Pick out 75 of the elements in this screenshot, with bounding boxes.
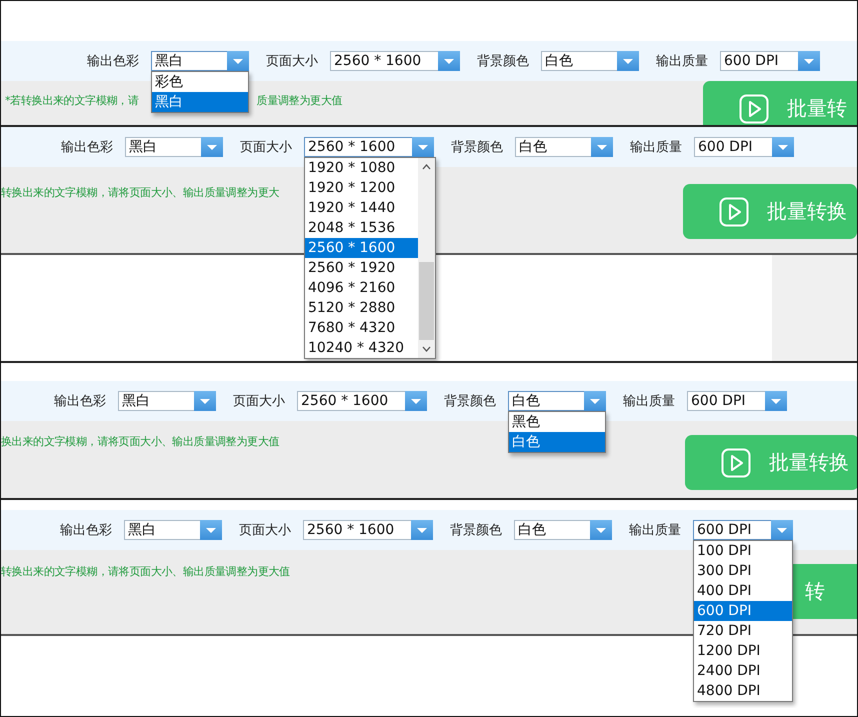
dropdown[interactable]: 黑白 <box>124 520 222 540</box>
field-label: 输出色彩 <box>60 522 112 539</box>
dropdown[interactable]: 2560 * 1600 <box>297 391 427 411</box>
scrollbar[interactable] <box>418 158 435 358</box>
dropdown-option[interactable]: 7680 * 4320 <box>305 318 418 338</box>
hint-text: 转换出来的文字模糊，请将页面大小、输出质量调整为更大值 <box>1 564 290 579</box>
dropdown-value: 2560 * 1600 <box>300 393 390 409</box>
dropdown[interactable]: 2560 * 1600 <box>330 51 460 71</box>
field-label: 输出色彩 <box>61 139 113 156</box>
dropdown-option[interactable]: 4800 DPI <box>694 681 792 701</box>
dropdown-value: 白色 <box>517 521 547 539</box>
dropdown[interactable]: 黑白 <box>125 137 223 157</box>
dropdown-option[interactable]: 1200 DPI <box>694 641 792 661</box>
field-label: 背景颜色 <box>444 393 496 410</box>
dropdown-option[interactable]: 2560 * 1600 <box>305 238 418 258</box>
hint-text: 换出来的文字模糊，请将页面大小、输出质量调整为更大值 <box>1 434 280 449</box>
dropdown-value: 白色 <box>511 392 541 410</box>
field-label: 页面大小 <box>240 139 292 156</box>
field-label: 输出质量 <box>629 522 681 539</box>
play-icon <box>739 94 769 124</box>
dropdown[interactable]: 白色 <box>541 51 639 71</box>
dropdown-value: 600 DPI <box>690 393 747 409</box>
dropdown-option[interactable]: 1920 * 1200 <box>305 178 418 198</box>
field-label: 页面大小 <box>233 393 285 410</box>
dropdown-option[interactable]: 100 DPI <box>694 541 792 561</box>
dropdown[interactable]: 600 DPI <box>720 51 820 71</box>
field-label: 输出质量 <box>656 53 708 70</box>
field-label: 背景颜色 <box>450 522 502 539</box>
field-label: 页面大小 <box>239 522 291 539</box>
dropdown-value: 白色 <box>518 138 548 156</box>
dropdown-option[interactable]: 白色 <box>509 432 605 452</box>
dropdown-option[interactable]: 黑白 <box>152 92 248 112</box>
dropdown-value: 2560 * 1600 <box>333 53 422 69</box>
dropdown-value: 2560 * 1600 <box>306 522 396 538</box>
dropdown-value: 白色 <box>544 52 574 70</box>
dropdown[interactable]: 白色 <box>515 137 613 157</box>
dropdown-option[interactable]: 1920 * 1080 <box>305 158 418 178</box>
dropdown-option[interactable]: 400 DPI <box>694 581 792 601</box>
play-icon <box>719 196 749 226</box>
dropdown-value: 黑白 <box>128 138 158 156</box>
dropdown-option[interactable]: 600 DPI <box>694 601 792 621</box>
field-label: 输出质量 <box>623 393 675 410</box>
dropdown-option[interactable]: 1920 * 1440 <box>305 198 418 218</box>
dropdown-option[interactable]: 720 DPI <box>694 621 792 641</box>
dropdown-value: 黑白 <box>121 392 151 410</box>
field-label: 背景颜色 <box>451 139 503 156</box>
dropdown-value: 600 DPI <box>723 53 780 69</box>
dropdown-option[interactable]: 2560 * 1920 <box>305 258 418 278</box>
field-label: 背景颜色 <box>477 53 529 70</box>
dropdown-option[interactable]: 4096 * 2160 <box>305 278 418 298</box>
field-label: 输出质量 <box>630 139 682 156</box>
dropdown-option[interactable]: 300 DPI <box>694 561 792 581</box>
dropdown[interactable]: 黑白 <box>118 391 216 411</box>
play-icon <box>721 448 751 478</box>
hint-text: 质量调整为更大值 <box>256 93 342 108</box>
dropdown-value: 2560 * 1600 <box>307 139 396 155</box>
field-label: 输出色彩 <box>54 393 106 410</box>
hint-text: 转换出来的文字模糊，请将页面大小、输出质量调整为更大 <box>1 185 280 200</box>
field-label: 页面大小 <box>266 53 318 70</box>
dropdown[interactable]: 600 DPI <box>687 391 787 411</box>
dropdown[interactable]: 600 DPI <box>694 137 794 157</box>
dropdown-option[interactable]: 2400 DPI <box>694 661 792 681</box>
dropdown-option[interactable]: 黑色 <box>509 412 605 432</box>
dropdown-option[interactable]: 2048 * 1536 <box>305 218 418 238</box>
dropdown[interactable]: 白色 <box>514 520 612 540</box>
field-label: 输出色彩 <box>87 53 139 70</box>
dropdown-value: 黑白 <box>127 521 157 539</box>
hint-text: *若转换出来的文字模糊，请 <box>5 93 139 108</box>
dropdown-option[interactable]: 5120 * 2880 <box>305 298 418 318</box>
dropdown-value: 600 DPI <box>697 139 754 155</box>
dropdown-option[interactable]: 10240 * 4320 <box>305 338 418 358</box>
dropdown-option[interactable]: 彩色 <box>152 72 248 92</box>
dropdown-value: 600 DPI <box>696 522 753 538</box>
dropdown-value: 黑白 <box>154 52 184 70</box>
dropdown[interactable]: 2560 * 1600 <box>303 520 433 540</box>
